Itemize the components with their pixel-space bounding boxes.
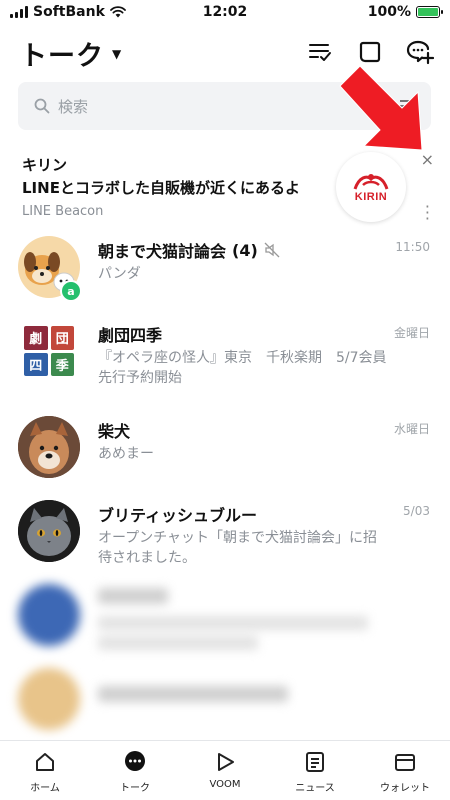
news-icon: [302, 749, 328, 775]
red-arrow-icon: [339, 65, 423, 151]
nav-label: ホーム: [30, 783, 60, 794]
nav-label: トーク: [120, 783, 150, 794]
logo-char: 四: [24, 352, 48, 376]
chat-name: 劇団四季: [98, 322, 162, 346]
chat-time: 5/03: [403, 504, 430, 518]
battery-fill: [418, 8, 438, 16]
blurred-text: [98, 588, 168, 604]
avatar: 劇 団 四 季: [18, 320, 80, 382]
nav-wallet[interactable]: ウォレット: [360, 741, 450, 800]
mute-icon: [264, 242, 280, 258]
chat-time: 11:50: [395, 240, 430, 254]
nav-voom[interactable]: VOOM: [180, 741, 270, 800]
chat-title: 朝まで犬猫討論会: [98, 242, 227, 261]
chat-time: 金曜日: [393, 326, 430, 340]
chat-item-gekidan-shiki[interactable]: 劇 団 四 季 劇団四季 『オペラ座の怪人』東京 千秋楽期 5/7会員先行予約開…: [0, 312, 450, 392]
blurred-text: [98, 636, 258, 650]
logo-char: 団: [50, 326, 74, 350]
page-title-text: トーク: [20, 41, 104, 72]
chat-preview: パンダ: [98, 266, 141, 282]
beacon-source: LINE Beacon: [22, 204, 104, 219]
blurred-chat-item: [0, 578, 450, 658]
blurred-text: [98, 616, 368, 630]
avatar: [18, 500, 80, 562]
beacon-message: LINEとコラボした自販機が近くにあるよ: [22, 179, 300, 197]
chat-preview: オープンチャット「朝まで犬猫討論会」に招待されました。: [98, 530, 378, 566]
battery-percent: 100%: [367, 4, 411, 20]
logo-char: 劇: [24, 326, 48, 350]
kirin-logo: KIRIN: [336, 152, 406, 222]
beacon-title: キリン: [22, 156, 68, 174]
status-right: 100%: [367, 4, 443, 20]
nav-label: ウォレット: [380, 783, 430, 794]
chat-item-british-blue[interactable]: ブリティッシュブルー オープンチャット「朝まで犬猫討論会」に招待されました。 5…: [0, 492, 450, 572]
blurred-avatar: [18, 668, 80, 730]
wallet-icon: [392, 749, 418, 775]
kirin-emblem-icon: [353, 174, 389, 190]
talk-icon: [122, 749, 148, 775]
home-icon: [32, 749, 58, 775]
voom-icon: [212, 749, 238, 775]
chat-preview: 『オペラ座の怪人』東京 千秋楽期 5/7会員先行予約開始: [98, 350, 387, 386]
more-vertical-icon[interactable]: · · ·: [425, 199, 430, 227]
chat-title: 柴犬: [98, 422, 131, 441]
nav-home[interactable]: ホーム: [0, 741, 90, 800]
battery-icon: [416, 6, 443, 18]
kirin-logo-text: KIRIN: [354, 191, 388, 203]
page-title[interactable]: トーク ▼: [20, 34, 122, 73]
status-bar: SoftBank 12:02 100%: [0, 0, 450, 26]
chat-name: ブリティッシュブルー: [98, 502, 257, 526]
nav-label: ニュース: [295, 783, 335, 794]
blurred-text: [98, 686, 288, 702]
chat-title: 劇団四季: [98, 326, 163, 345]
chat-preview: あめまー: [98, 446, 154, 462]
chat-item-shiba[interactable]: 柴犬 あめまー 水曜日: [0, 408, 450, 488]
member-count: (4): [232, 240, 258, 260]
avatar: [18, 416, 80, 478]
chevron-down-icon: ▼: [112, 46, 123, 61]
bottom-nav: ホーム トーク VOOM ニュース ウォレット: [0, 740, 450, 800]
blurred-avatar: [18, 584, 80, 646]
chat-name: 柴犬: [98, 418, 130, 442]
nav-label: VOOM: [209, 779, 241, 790]
chat-time: 水曜日: [393, 422, 430, 436]
chat-title: ブリティッシュブルー: [98, 506, 258, 525]
logo-char: 季: [50, 352, 74, 376]
search-placeholder: 検索: [58, 97, 89, 116]
chat-name: 朝まで犬猫討論会 (4): [98, 238, 280, 262]
nav-news[interactable]: ニュース: [270, 741, 360, 800]
search-icon: [34, 98, 50, 114]
blurred-chat-item: [0, 662, 450, 742]
shiki-logo: 劇 団 四 季: [24, 326, 74, 376]
nav-talk[interactable]: トーク: [90, 741, 180, 800]
chat-item-dog-cat-debate[interactable]: a 朝まで犬猫討論会 (4) パンダ 11:50: [0, 228, 450, 308]
open-chat-badge-icon: a: [60, 280, 82, 302]
